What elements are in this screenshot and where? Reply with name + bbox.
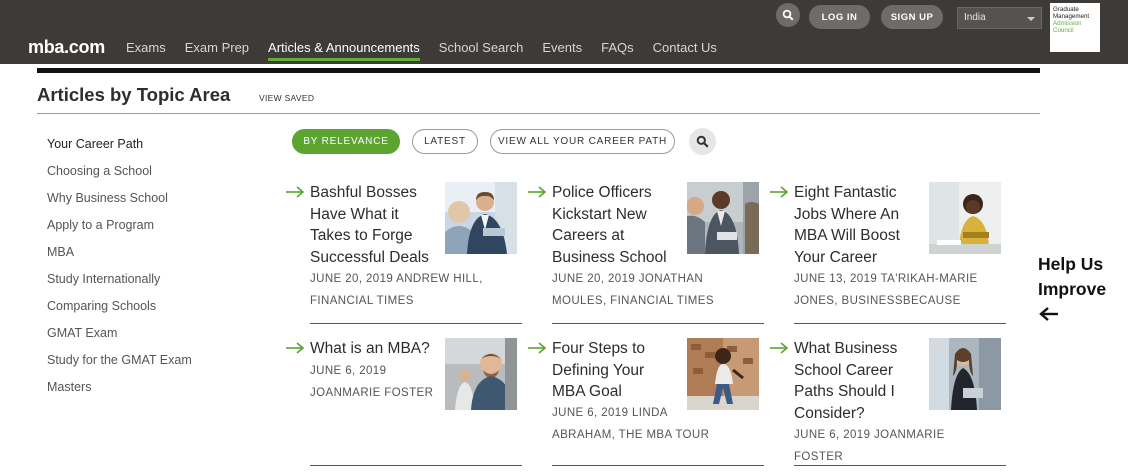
site-logo[interactable]: mba.com	[28, 37, 105, 58]
article-divider	[310, 323, 522, 324]
sidebar-item-masters[interactable]: Masters	[47, 380, 192, 407]
sidebar-item-gmat-exam[interactable]: GMAT Exam	[47, 326, 192, 353]
main-nav: Exams Exam Prep Articles & Announcements…	[126, 40, 736, 61]
arrow-right-icon	[286, 342, 305, 354]
login-button[interactable]: LOG IN	[809, 5, 870, 29]
arrow-right-icon	[528, 342, 547, 354]
nav-contact-us[interactable]: Contact Us	[653, 40, 717, 61]
article-meta: JUNE 13, 2019 TA'RIKAH-MARIE JONES, BUSIN…	[794, 273, 978, 307]
article-divider	[310, 465, 522, 466]
article-thumbnail[interactable]	[687, 182, 759, 254]
top-navigation-bar: mba.com Exams Exam Prep Articles & Annou…	[0, 0, 1128, 64]
sidebar-item-why-business-school[interactable]: Why Business School	[47, 191, 192, 218]
chevron-down-icon	[1027, 17, 1035, 21]
search-icon	[696, 135, 709, 148]
article-meta: JUNE 20, 2019 JONATHAN MOULES, FINANCIAL …	[552, 273, 714, 307]
article-meta: JUNE 6, 2019 JOANMARIE FOSTER	[794, 429, 945, 463]
article-divider	[794, 465, 1006, 466]
article-thumbnail[interactable]	[929, 338, 1001, 410]
help-us-improve-tab[interactable]: Help Us Improve	[1038, 252, 1106, 302]
title-divider	[37, 113, 1040, 114]
article-divider	[552, 323, 764, 324]
view-all-career-path-button[interactable]: VIEW ALL YOUR CAREER PATH	[490, 129, 675, 154]
article-meta: JUNE 6, 2019 LINDA ABRAHAM, THE MBA TOUR	[552, 407, 710, 441]
arrow-right-icon	[528, 186, 547, 198]
article-meta: JUNE 6, 2019 JOANMARIE FOSTER	[310, 365, 434, 399]
header-divider	[37, 68, 1040, 73]
article-title[interactable]: What Business School Career Paths Should I…	[794, 338, 897, 424]
article-thumbnail[interactable]	[929, 182, 1001, 254]
article-title[interactable]: What is an MBA?	[310, 338, 430, 360]
sidebar-item-mba[interactable]: MBA	[47, 245, 192, 272]
article-title[interactable]: Police Officers Kickstart New Careers at Bu…	[552, 182, 667, 268]
article-meta: JUNE 20, 2019 ANDREW HILL, FINANCIAL TIME…	[310, 273, 483, 307]
arrow-right-icon	[286, 186, 305, 198]
nav-exams[interactable]: Exams	[126, 40, 166, 61]
sidebar-item-study-internationally[interactable]: Study Internationally	[47, 272, 192, 299]
article-thumbnail[interactable]	[687, 338, 759, 410]
arrow-right-icon	[770, 186, 789, 198]
arrow-right-icon	[770, 342, 789, 354]
page-title: Articles by Topic Area	[37, 84, 231, 105]
filter-by-relevance-button[interactable]: BY RELEVANCE	[292, 129, 400, 154]
article-divider	[794, 323, 1006, 324]
sidebar-item-study-for-gmat[interactable]: Study for the GMAT Exam	[47, 353, 192, 380]
filter-latest-button[interactable]: LATEST	[412, 129, 478, 154]
sidebar-item-your-career-path[interactable]: Your Career Path	[47, 137, 192, 164]
signup-button[interactable]: SIGN UP	[881, 5, 943, 29]
article-thumbnail[interactable]	[445, 338, 517, 410]
nav-school-search[interactable]: School Search	[439, 40, 524, 61]
country-value: India	[964, 12, 986, 23]
nav-events[interactable]: Events	[542, 40, 582, 61]
sidebar-item-apply-to-a-program[interactable]: Apply to a Program	[47, 218, 192, 245]
article-divider	[552, 465, 764, 466]
article-title[interactable]: Four Steps to Defining Your MBA Goal	[552, 338, 645, 403]
search-icon	[782, 9, 794, 21]
nav-articles-announcements[interactable]: Articles & Announcements	[268, 40, 420, 61]
topic-sidebar: Your Career Path Choosing a School Why B…	[47, 137, 192, 407]
country-select[interactable]: India	[957, 7, 1042, 29]
sidebar-item-choosing-a-school[interactable]: Choosing a School	[47, 164, 192, 191]
article-title[interactable]: Eight Fantastic Jobs Where An MBA Will Boo…	[794, 182, 900, 268]
nav-exam-prep[interactable]: Exam Prep	[185, 40, 249, 61]
article-title[interactable]: Bashful Bosses Have What it Takes to Forge…	[310, 182, 429, 268]
arrow-left-icon[interactable]	[1039, 306, 1059, 322]
view-saved-link[interactable]: VIEW SAVED	[259, 93, 314, 103]
article-thumbnail[interactable]	[445, 182, 517, 254]
nav-faqs[interactable]: FAQs	[601, 40, 634, 61]
gmac-logo[interactable]: Graduate Management Admission Council	[1050, 3, 1100, 52]
article-search-button[interactable]	[689, 128, 716, 155]
sidebar-item-comparing-schools[interactable]: Comparing Schools	[47, 299, 192, 326]
header-search-button[interactable]	[776, 3, 800, 27]
